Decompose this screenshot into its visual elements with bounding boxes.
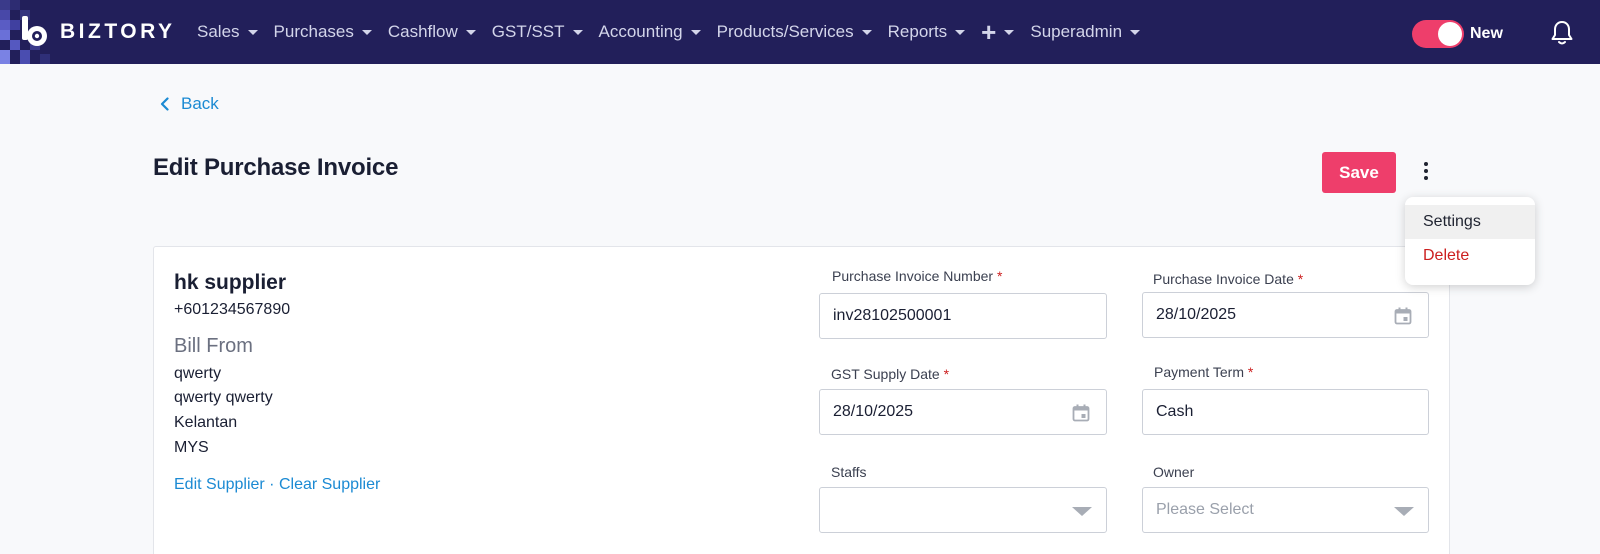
toggle-knob (1438, 22, 1462, 46)
owner-select[interactable]: Please Select (1142, 487, 1429, 533)
caret-down-icon (1130, 29, 1141, 35)
nav-item-label: Reports (887, 22, 948, 41)
kebab-dot (1424, 176, 1428, 180)
bill-from-heading: Bill From (174, 335, 253, 357)
main-nav: Sales Purchases Cashflow GST/SST Account… (197, 0, 1156, 64)
nav-item-gst-sst[interactable]: GST/SST (492, 22, 583, 42)
nav-item-label: Sales (197, 22, 240, 41)
supplier-actions: Edit Supplier · Clear Supplier (174, 476, 380, 494)
nav-item-label: Products/Services (716, 22, 854, 41)
nav-item-products-services[interactable]: Products/Services (717, 22, 872, 42)
clear-supplier-link[interactable]: Clear Supplier (279, 476, 380, 493)
menu-item-delete[interactable]: Delete (1405, 239, 1535, 273)
input-value: 28/10/2025 (1156, 306, 1237, 323)
nav-item-sales[interactable]: Sales (197, 22, 258, 42)
logo[interactable]: BIZTORY (0, 0, 180, 64)
invoice-date-label: Purchase Invoice Date * (1153, 271, 1303, 287)
staffs-select[interactable] (819, 487, 1107, 533)
select-placeholder: Please Select (1156, 501, 1254, 518)
caret-down-icon (572, 29, 583, 35)
kebab-dot (1424, 162, 1428, 166)
label-text: Payment Term (1154, 364, 1244, 380)
caret-down-icon (1394, 507, 1414, 516)
link-separator: · (269, 476, 275, 493)
back-link[interactable]: Back (160, 94, 219, 114)
label-text: Purchase Invoice Date (1153, 271, 1294, 287)
address-line: MYS (174, 439, 209, 456)
invoice-number-input[interactable]: inv28102500001 (819, 293, 1107, 339)
caret-down-icon (1072, 507, 1092, 516)
nav-item-accounting[interactable]: Accounting (599, 22, 701, 42)
label-text: GST Supply Date (831, 366, 940, 382)
nav-item-create[interactable]: + (981, 17, 1015, 47)
caret-down-icon (361, 29, 372, 35)
menu-item-settings[interactable]: Settings (1405, 205, 1535, 239)
nav-item-cashflow[interactable]: Cashflow (388, 22, 476, 42)
plus-icon: + (981, 17, 997, 47)
address-line: qwerty (174, 365, 222, 382)
payment-term-label: Payment Term * (1154, 364, 1253, 380)
bell-icon[interactable] (1550, 20, 1574, 46)
nav-item-label: Accounting (598, 22, 683, 41)
supplier-phone: +601234567890 (174, 301, 291, 318)
caret-down-icon (1004, 29, 1015, 35)
caret-down-icon (861, 29, 872, 35)
nav-item-user[interactable]: Superadmin (1030, 22, 1141, 42)
staffs-label: Staffs (831, 464, 867, 480)
calendar-icon[interactable] (1394, 307, 1412, 325)
invoice-number-label: Purchase Invoice Number * (832, 268, 1002, 284)
required-mark: * (1297, 271, 1304, 287)
nav-item-label: Purchases (273, 22, 354, 41)
label-text: Purchase Invoice Number (832, 268, 994, 284)
required-mark: * (996, 268, 1003, 284)
toggle-switch[interactable] (1412, 20, 1464, 48)
caret-down-icon (247, 29, 258, 35)
nav-item-purchases[interactable]: Purchases (274, 22, 372, 42)
toggle-label: New (1470, 25, 1503, 42)
required-mark: * (1247, 364, 1254, 380)
new-ui-toggle[interactable]: New (1412, 20, 1503, 48)
payment-term-input[interactable]: Cash (1142, 389, 1429, 435)
caret-down-icon (690, 29, 701, 35)
kebab-dot (1424, 169, 1428, 173)
address-line: Kelantan (174, 414, 238, 431)
page-title: Edit Purchase Invoice (153, 154, 399, 181)
caret-down-icon (465, 29, 476, 35)
gst-supply-date-input[interactable]: 28/10/2025 (819, 389, 1107, 435)
address-line: qwerty qwerty (174, 389, 273, 406)
owner-label: Owner (1153, 464, 1194, 480)
caret-down-icon (955, 29, 966, 35)
nav-item-reports[interactable]: Reports (888, 22, 966, 42)
chevron-left-icon (160, 97, 169, 111)
label-text: Owner (1153, 464, 1195, 480)
invoice-date-input[interactable]: 28/10/2025 (1142, 292, 1429, 338)
top-navbar: BIZTORY Sales Purchases Cashflow GST/SST… (0, 0, 1600, 64)
input-value: inv28102500001 (833, 307, 952, 324)
input-value: 28/10/2025 (833, 403, 914, 420)
more-actions-menu: Settings Delete (1405, 197, 1535, 285)
input-value: Cash (1156, 403, 1194, 420)
edit-supplier-link[interactable]: Edit Supplier (174, 476, 265, 493)
logo-text: BIZTORY (60, 20, 176, 43)
nav-item-label: Cashflow (387, 22, 458, 41)
nav-item-label: GST/SST (491, 22, 565, 41)
logo-mark-icon (22, 16, 47, 46)
gst-supply-date-label: GST Supply Date * (831, 366, 949, 382)
back-label: Back (181, 94, 219, 113)
supplier-name: hk supplier (174, 271, 287, 294)
calendar-icon[interactable] (1072, 404, 1090, 422)
save-button[interactable]: Save (1322, 152, 1396, 193)
required-mark: * (943, 366, 950, 382)
kebab-menu-icon[interactable] (1419, 162, 1433, 186)
nav-item-label: Superadmin (1030, 22, 1123, 41)
label-text: Staffs (831, 464, 867, 480)
